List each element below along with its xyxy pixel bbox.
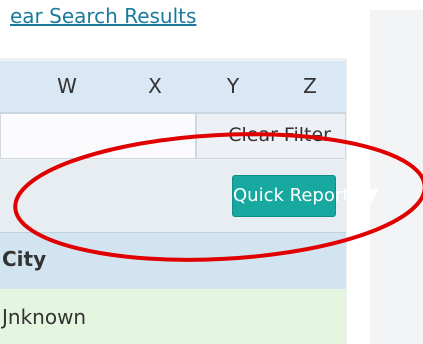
clear-search-results-link[interactable]: ear Search Results: [10, 4, 196, 28]
letter-w[interactable]: W: [52, 74, 82, 98]
alphabet-filter-row: W X Y Z: [0, 61, 346, 113]
city-column-header[interactable]: City: [2, 247, 46, 271]
letter-x[interactable]: X: [140, 74, 170, 98]
quick-reports-button[interactable]: Quick Reports ▼: [232, 175, 378, 217]
filter-input[interactable]: [0, 113, 196, 159]
letter-z[interactable]: Z: [295, 74, 325, 98]
city-cell: Jnknown: [2, 305, 87, 329]
table-row[interactable]: Jnknown: [0, 289, 346, 344]
letter-y[interactable]: Y: [218, 74, 248, 98]
clear-filter-button[interactable]: Clear Filter: [196, 113, 346, 159]
table-header-row: City: [0, 232, 346, 290]
side-pane: [370, 10, 423, 344]
